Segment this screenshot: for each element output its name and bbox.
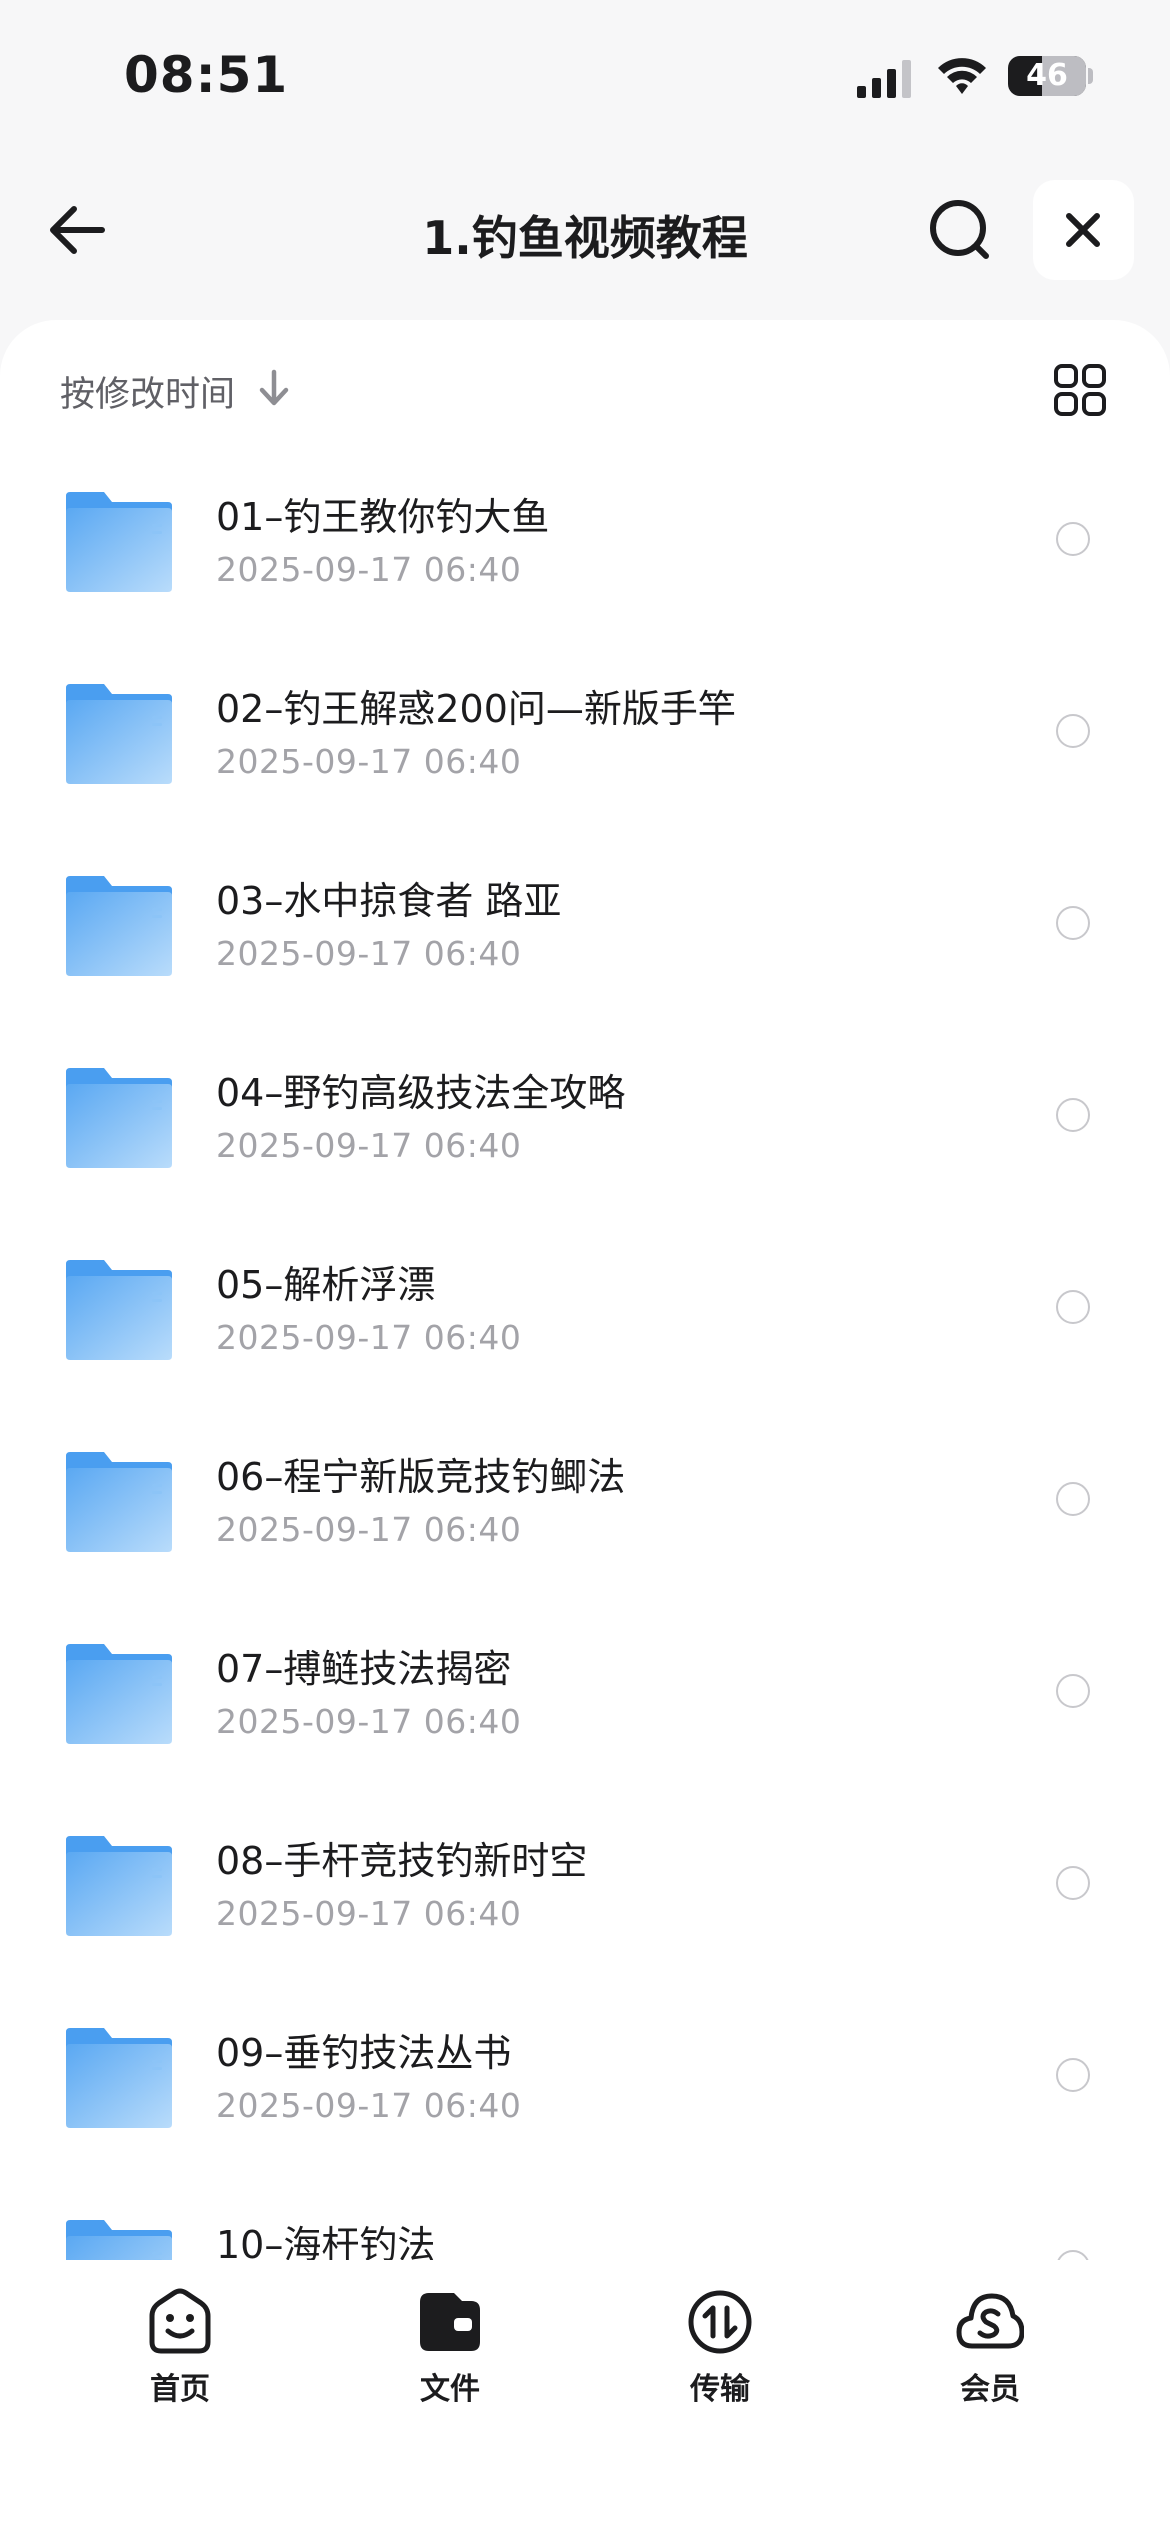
cellular-signal-icon (857, 60, 911, 98)
battery-indicator: 46 (1008, 56, 1086, 96)
file-name: 10–海杆钓法 (216, 2223, 436, 2260)
arrow-down-icon[interactable] (256, 368, 292, 408)
select-radio[interactable] (1056, 2058, 1090, 2092)
file-name: 02–钓王解惑200问—新版手竿 (216, 687, 736, 731)
select-radio[interactable] (1056, 522, 1090, 556)
select-radio[interactable] (1056, 1482, 1090, 1516)
tab-label-vip: 会员 (960, 2372, 1020, 2407)
select-radio[interactable] (1056, 2250, 1090, 2260)
tab-label-transfer: 传输 (690, 2372, 750, 2407)
sort-toggle[interactable]: 按修改时间 (60, 366, 235, 417)
tab-bar: 首页 文件 传输 会员 (0, 2266, 1170, 2532)
search-button[interactable] (920, 195, 1000, 265)
folder-icon (66, 1068, 172, 1168)
content-sheet: 按修改时间 01–钓王教你钓大鱼 2025-09-17 06:40 02–钓王解惑2… (0, 320, 1170, 2532)
page-title: 1.钓鱼视频教程 (422, 211, 748, 265)
file-date: 2025-09-17 06:40 (216, 1702, 522, 1741)
tab-label-files: 文件 (420, 2372, 480, 2407)
status-time: 08:51 (124, 46, 289, 104)
search-icon (930, 200, 989, 259)
folder-icon (66, 2220, 172, 2260)
select-radio[interactable] (1056, 1098, 1090, 1132)
home-smile-icon (149, 2288, 211, 2354)
sort-bar: 按修改时间 (0, 320, 1170, 460)
file-date: 2025-09-17 06:40 (216, 1510, 522, 1549)
file-list-item[interactable]: 06–程宁新版竞技钓鲫法 2025-09-17 06:40 (0, 1420, 1170, 1612)
select-radio[interactable] (1056, 906, 1090, 940)
folder-icon (66, 1836, 172, 1936)
wifi-icon (938, 58, 986, 94)
folder-icon (66, 684, 172, 784)
file-date: 2025-09-17 06:40 (216, 1126, 522, 1165)
battery-tip (1088, 68, 1093, 84)
file-name: 08–手杆竞技钓新时空 (216, 1839, 588, 1883)
file-list-item[interactable]: 01–钓王教你钓大鱼 2025-09-17 06:40 (0, 460, 1170, 652)
vip-cloud-icon (956, 2293, 1024, 2349)
arrow-left-icon (50, 206, 105, 254)
folder-icon (66, 2028, 172, 2128)
tab-files[interactable]: 文件 (370, 2266, 530, 2407)
file-list-item[interactable]: 08–手杆竞技钓新时空 2025-09-17 06:40 (0, 1804, 1170, 1996)
file-list-item[interactable]: 10–海杆钓法 (0, 2188, 1170, 2260)
file-date: 2025-09-17 06:40 (216, 550, 522, 589)
file-list-item[interactable]: 05–解析浮漂 2025-09-17 06:40 (0, 1228, 1170, 1420)
file-name: 04–野钓高级技法全攻略 (216, 1071, 626, 1115)
folder-icon (66, 1260, 172, 1360)
file-date: 2025-09-17 06:40 (216, 2086, 522, 2125)
file-name: 01–钓王教你钓大鱼 (216, 495, 550, 539)
file-name: 09–垂钓技法丛书 (216, 2031, 512, 2075)
folder-icon (66, 1644, 172, 1744)
file-list: 01–钓王教你钓大鱼 2025-09-17 06:40 02–钓王解惑200问—新版… (0, 460, 1170, 2260)
grid-view-icon[interactable] (1052, 362, 1108, 418)
file-date: 2025-09-17 06:40 (216, 1894, 522, 1933)
tab-home[interactable]: 首页 (100, 2266, 260, 2407)
folder-icon (66, 1452, 172, 1552)
select-radio[interactable] (1056, 714, 1090, 748)
folder-icon (66, 492, 172, 592)
file-list-item[interactable]: 04–野钓高级技法全攻略 2025-09-17 06:40 (0, 1036, 1170, 1228)
file-date: 2025-09-17 06:40 (216, 934, 522, 973)
file-list-item[interactable]: 03–水中掠食者 路亚 2025-09-17 06:40 (0, 844, 1170, 1036)
file-list-item[interactable]: 07–搏鲢技法揭密 2025-09-17 06:40 (0, 1612, 1170, 1804)
back-button[interactable] (40, 195, 120, 265)
tab-vip[interactable]: 会员 (910, 2266, 1070, 2407)
file-name: 07–搏鲢技法揭密 (216, 1647, 512, 1691)
status-bar: 08:51 46 (0, 0, 1170, 150)
tab-label-home: 首页 (150, 2372, 210, 2407)
close-icon (1066, 213, 1100, 247)
transfer-icon (688, 2290, 752, 2354)
file-list-item[interactable]: 02–钓王解惑200问—新版手竿 2025-09-17 06:40 (0, 652, 1170, 844)
file-name: 05–解析浮漂 (216, 1263, 436, 1307)
close-button[interactable] (1033, 180, 1134, 280)
select-radio[interactable] (1056, 1290, 1090, 1324)
select-radio[interactable] (1056, 1866, 1090, 1900)
tab-transfer[interactable]: 传输 (640, 2266, 800, 2407)
files-wallet-icon (420, 2293, 480, 2351)
file-name: 06–程宁新版竞技钓鲫法 (216, 1455, 626, 1499)
file-date: 2025-09-17 06:40 (216, 1318, 522, 1357)
file-list-item[interactable]: 09–垂钓技法丛书 2025-09-17 06:40 (0, 1996, 1170, 2188)
file-name: 03–水中掠食者 路亚 (216, 879, 562, 923)
folder-icon (66, 876, 172, 976)
select-radio[interactable] (1056, 1674, 1090, 1708)
nav-bar: 1.钓鱼视频教程 (0, 170, 1170, 290)
battery-level: 46 (1026, 58, 1068, 93)
file-date: 2025-09-17 06:40 (216, 742, 522, 781)
